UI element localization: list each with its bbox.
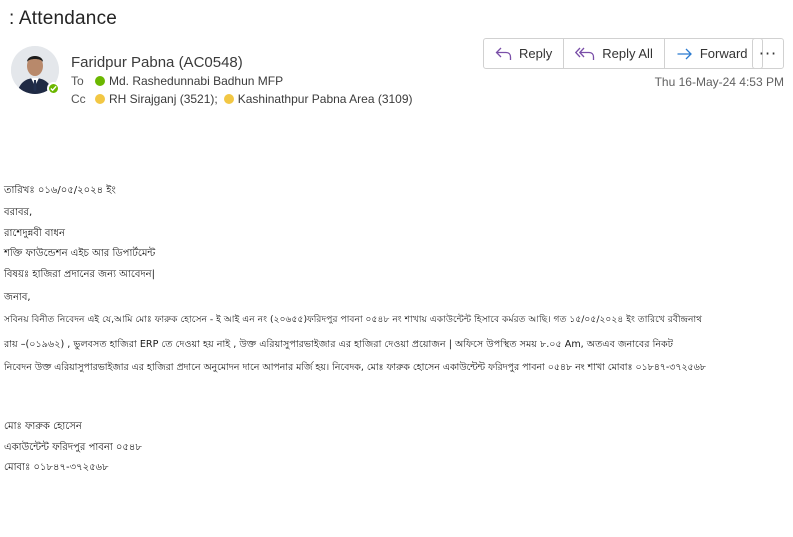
body-date: তারিখঃ ০১৬/০৫/২০২৪ ইং: [4, 185, 116, 196]
cc-label: Cc: [71, 92, 86, 106]
reply-button[interactable]: Reply: [484, 39, 565, 68]
timestamp: Thu 16-May-24 4:53 PM: [654, 75, 784, 89]
presence-available-icon: [47, 82, 60, 95]
cc-line: Cc RH Sirajganj (3521); Kashinathpur Pab…: [71, 92, 413, 106]
cc-recipient[interactable]: RH Sirajganj (3521);: [109, 92, 218, 106]
to-line: To Md. Rashedunnabi Badhun MFP: [71, 74, 283, 88]
presence-away-icon: [223, 94, 234, 104]
signature-title: একাউন্টেন্ট ফরিদপুর পাবনা ০৫৪৮: [4, 442, 142, 453]
sender-name[interactable]: Faridpur Pabna (AC0548): [71, 54, 243, 71]
forward-label: Forward: [699, 46, 748, 61]
signature-name: মোঃ ফারুক হোসেন: [4, 421, 82, 432]
body-paragraph-line: নিবেদন উক্ত এরিয়াসুপারভাইজার এর হাজিরা …: [4, 362, 706, 373]
to-label: To: [71, 74, 84, 88]
reply-all-label: Reply All: [602, 46, 653, 61]
message-actions: Reply Reply All Forward: [483, 38, 763, 69]
reply-all-button[interactable]: Reply All: [564, 39, 665, 68]
forward-button[interactable]: Forward: [665, 39, 762, 68]
body-salutation: জনাব,: [4, 292, 31, 303]
reply-icon: [495, 47, 512, 60]
body-organization: শক্তি ফাউন্ডেশন এইচ আর ডিপার্টমেন্ট: [4, 248, 156, 259]
body-to-line: বরাবর,: [4, 207, 33, 218]
presence-available-icon: [95, 76, 105, 86]
body-paragraph-line: রায় –(০১৯৬২) , ভুলবসত হাজিরা ERP তে দেও…: [4, 339, 673, 350]
email-subject: : Attendance: [9, 8, 118, 29]
more-icon: ···: [758, 44, 778, 63]
reply-all-icon: [575, 47, 595, 60]
body-recipient: রাশেদুন্নবী বাধন: [4, 228, 65, 239]
to-recipient[interactable]: Md. Rashedunnabi Badhun MFP: [109, 74, 283, 88]
reply-label: Reply: [519, 46, 553, 61]
more-actions-button[interactable]: ···: [752, 38, 784, 69]
body-paragraph-line: সবিনয় বিনীত নিবেদন এই যে,আমি মোঃ ফারুক …: [4, 314, 703, 325]
body-subject: বিষয়ঃ হাজিরা প্রদানের জন্য আবেদন|: [4, 269, 155, 280]
forward-icon: [677, 48, 692, 59]
signature-mobile: মোবাঃ ০১৮৪৭-৩৭২৫৬৮: [4, 462, 109, 473]
presence-away-icon: [95, 94, 105, 104]
cc-recipient[interactable]: Kashinathpur Pabna Area (3109): [238, 92, 413, 106]
